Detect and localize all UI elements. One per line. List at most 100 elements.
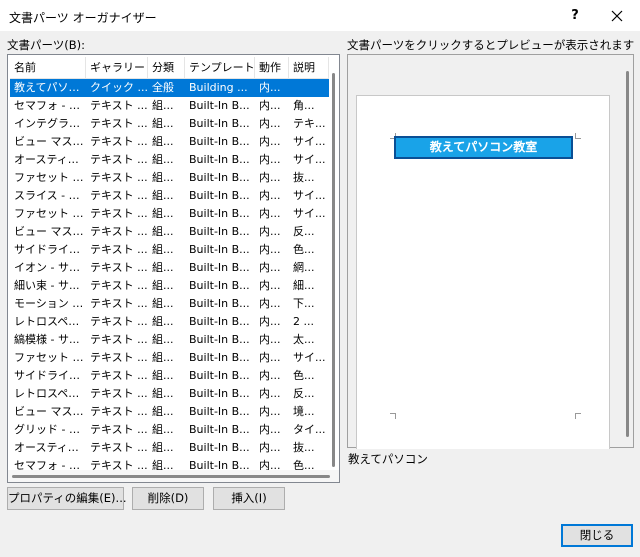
table-row[interactable]: ビュー マスター... テキスト ... 組... Built-In B... 内...… (10, 403, 329, 421)
cell-behavior: 内... (259, 261, 281, 274)
cell-behavior: 内... (259, 99, 281, 112)
table-row[interactable]: イオン - サイ... テキスト ... 組... Built-In B... 内...… (10, 259, 329, 277)
cell-gallery: テキスト ... (90, 135, 148, 148)
cell-gallery: テキスト ... (90, 261, 148, 274)
cell-description: 角... (293, 99, 315, 112)
cell-name: セマフォ - 引用 (14, 99, 86, 112)
table-row[interactable]: スライス - サ... テキスト ... 組... Built-In B... 内...… (10, 187, 329, 205)
cell-category: 組... (152, 459, 174, 470)
close-window-button[interactable] (594, 0, 640, 31)
insert-button[interactable]: 挿入(I) (213, 487, 285, 510)
crop-mark (575, 413, 581, 419)
cell-behavior: 内... (259, 81, 281, 94)
cell-category: 組... (152, 441, 174, 454)
table-row[interactable]: サイドライン - ... テキスト ... 組... Built-In B... 内..… (10, 241, 329, 259)
crop-mark (575, 133, 581, 139)
table-row[interactable]: モーション - ... テキスト ... 組... Built-In B... 内...… (10, 295, 329, 313)
cell-behavior: 内... (259, 441, 281, 454)
table-row[interactable]: セマフォ - 引用 テキスト ... 組... Built-In B... 内... 角.… (10, 97, 329, 115)
table-row[interactable]: レトロスペクト... テキスト ... 組... Built-In B... 内... 2… (10, 313, 329, 331)
cell-template: Built-In B... (189, 369, 250, 382)
cell-behavior: 内... (259, 207, 281, 220)
cell-behavior: 内... (259, 279, 281, 292)
edit-properties-button[interactable]: プロパティの編集(E)... (7, 487, 127, 510)
help-button[interactable]: ? (552, 0, 598, 31)
table-row[interactable]: レトロスペクト... テキスト ... 組... Built-In B... 内... 反… (10, 385, 329, 403)
close-icon (611, 10, 623, 21)
table-row[interactable]: 教えてパソコン クイック ... 全般 Building ... 内... (10, 79, 329, 97)
cell-description: 色... (293, 369, 315, 382)
cell-category: 組... (152, 207, 174, 220)
table-row[interactable]: ビュー マスター... テキスト ... 組... Built-In B... 内...… (10, 223, 329, 241)
horizontal-scroll-thumb[interactable] (12, 475, 330, 478)
column-header-name[interactable]: 名前 (10, 57, 86, 79)
cell-category: 組... (152, 171, 174, 184)
column-header-category[interactable]: 分類 (148, 57, 185, 79)
cell-template: Built-In B... (189, 279, 250, 292)
cell-template: Built-In B... (189, 207, 250, 220)
vertical-scroll-thumb[interactable] (332, 73, 335, 467)
cell-behavior: 内... (259, 243, 281, 256)
table-row[interactable]: オースティン - ... テキスト ... 組... Built-In B... 内..… (10, 439, 329, 457)
cell-gallery: テキスト ... (90, 99, 148, 112)
cell-behavior: 内... (259, 225, 281, 238)
cell-category: 組... (152, 351, 174, 364)
preview-scrollbar[interactable] (626, 71, 629, 437)
column-header-description[interactable]: 説明 (289, 57, 329, 79)
cell-description: 境... (293, 405, 315, 418)
cell-name: ビュー マスター... (14, 225, 86, 238)
cell-category: 組... (152, 423, 174, 436)
table-row[interactable]: グリッド - サイ... テキスト ... 組... Built-In B... 内..… (10, 421, 329, 439)
table-row[interactable]: インテグラル - ... テキスト ... 組... Built-In B... 内..… (10, 115, 329, 133)
list-header: 名前 ギャラリー 分類 テンプレート 動作 説明 (10, 57, 329, 79)
cell-name: ファセット - サ... (14, 351, 86, 364)
preview-pane: 教えてパソコン教室 (347, 54, 634, 449)
cell-gallery: クイック ... (90, 81, 148, 94)
cell-description: 抜... (293, 441, 315, 454)
cell-description: 細... (293, 279, 315, 292)
cell-category: 組... (152, 135, 174, 148)
table-row[interactable]: セマフォ - サ... テキスト ... 組... Built-In B... 内...… (10, 457, 329, 470)
cell-gallery: テキスト ... (90, 441, 148, 454)
cell-gallery: テキスト ... (90, 225, 148, 238)
cell-category: 組... (152, 243, 174, 256)
table-row[interactable]: 縞模様 - サ... テキスト ... 組... Built-In B... 内... 太… (10, 331, 329, 349)
cell-template: Built-In B... (189, 441, 250, 454)
cell-template: Built-In B... (189, 243, 250, 256)
table-row[interactable]: サイドライン - ... テキスト ... 組... Built-In B... 内..… (10, 367, 329, 385)
list-rows: 教えてパソコン クイック ... 全般 Building ... 内... セマフォ - … (10, 79, 329, 470)
cell-description: 網... (293, 261, 315, 274)
cell-name: モーション - ... (14, 297, 86, 310)
column-header-gallery[interactable]: ギャラリー (86, 57, 148, 79)
cell-category: 組... (152, 117, 174, 130)
cell-behavior: 内... (259, 189, 281, 202)
cell-category: 組... (152, 153, 174, 166)
vertical-scrollbar[interactable] (330, 55, 339, 469)
table-row[interactable]: オースティン - ... テキスト ... 組... Built-In B... 内..… (10, 151, 329, 169)
cell-gallery: テキスト ... (90, 153, 148, 166)
table-row[interactable]: ビュー マスター... テキスト ... 組... Built-In B... 内...… (10, 133, 329, 151)
cell-category: 組... (152, 225, 174, 238)
cell-template: Built-In B... (189, 135, 250, 148)
close-button[interactable]: 閉じる (561, 524, 633, 547)
table-row[interactable]: ファセット - サ... テキスト ... 組... Built-In B... 内..… (10, 205, 329, 223)
horizontal-scrollbar[interactable] (8, 470, 339, 482)
cell-category: 組... (152, 369, 174, 382)
column-header-behavior[interactable]: 動作 (255, 57, 289, 79)
cell-name: 細い束 - サ... (14, 279, 80, 292)
cell-description: テキ... (293, 117, 326, 130)
cell-behavior: 内... (259, 423, 281, 436)
cell-category: 組... (152, 261, 174, 274)
table-row[interactable]: ファセット - サ... テキスト ... 組... Built-In B... 内..… (10, 349, 329, 367)
delete-button[interactable]: 削除(D) (132, 487, 204, 510)
cell-gallery: テキスト ... (90, 351, 148, 364)
building-blocks-list[interactable]: 名前 ギャラリー 分類 テンプレート 動作 説明 教えてパソコン クイック ...… (7, 54, 340, 483)
dialog-title: 文書パーツ オーガナイザー (9, 11, 157, 25)
cell-gallery: テキスト ... (90, 315, 148, 328)
table-row[interactable]: 細い束 - サ... テキスト ... 組... Built-In B... 内... 細… (10, 277, 329, 295)
cell-name: サイドライン - ... (14, 369, 86, 382)
cell-description: サイ... (293, 135, 326, 148)
table-row[interactable]: ファセット - ... テキスト ... 組... Built-In B... 内...… (10, 169, 329, 187)
column-header-template[interactable]: テンプレート (185, 57, 255, 79)
cell-description: サイ... (293, 153, 326, 166)
